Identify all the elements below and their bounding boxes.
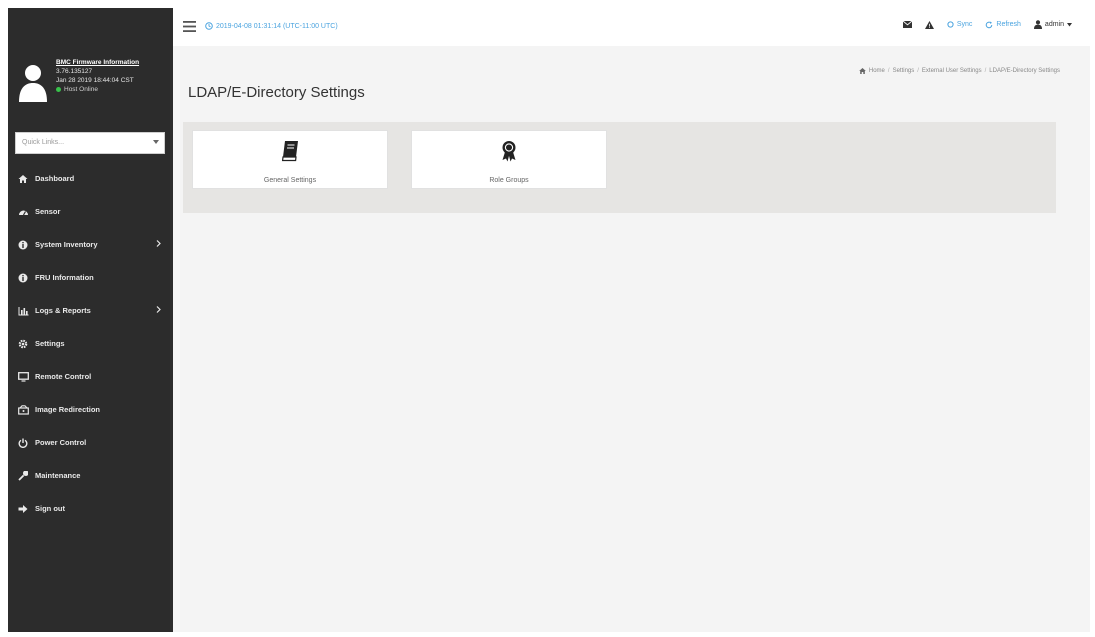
- sync-button[interactable]: Sync: [947, 21, 973, 28]
- breadcrumb-home[interactable]: Home: [869, 68, 885, 74]
- refresh-icon: [986, 21, 993, 28]
- profile-text: BMC Firmware Information 3.76.135127 Jan…: [56, 58, 171, 94]
- sidebar-item-power-control[interactable]: Power Control: [8, 426, 173, 459]
- info-icon: [17, 239, 29, 251]
- sidebar-item-label: Logs & Reports: [35, 306, 91, 315]
- home-icon: [859, 68, 866, 74]
- menu-toggle-icon[interactable]: [183, 21, 196, 32]
- sidebar-item-label: FRU Information: [35, 273, 94, 282]
- host-status-label: Host Online: [64, 86, 98, 93]
- sidebar-item-label: Settings: [35, 339, 65, 348]
- user-menu[interactable]: admin: [1033, 20, 1072, 29]
- role-groups-card[interactable]: Role Groups: [411, 130, 607, 189]
- app-frame: BMC Firmware Information 3.76.135127 Jan…: [8, 8, 1090, 632]
- page-title: LDAP/E-Directory Settings: [188, 84, 365, 101]
- info-icon: [17, 272, 29, 284]
- clock-icon: [205, 22, 213, 30]
- sidebar-item-label: System Inventory: [35, 240, 98, 249]
- dashboard-icon: [17, 206, 29, 218]
- breadcrumb-separator: /: [984, 68, 987, 74]
- warning-icon[interactable]: [924, 20, 934, 29]
- wrench-icon: [17, 470, 29, 482]
- sidebar-item-label: Image Redirection: [35, 405, 101, 414]
- card-label: General Settings: [263, 177, 317, 184]
- caret-down-icon: [1067, 22, 1072, 26]
- sidebar-item-sensor[interactable]: Sensor: [8, 195, 173, 228]
- refresh-label: Refresh: [996, 21, 1021, 28]
- sync-icon: [947, 21, 954, 28]
- card-label: Role Groups: [489, 177, 529, 184]
- breadcrumb-settings[interactable]: Settings: [893, 68, 915, 74]
- host-status: Host Online: [56, 85, 171, 94]
- sidebar-item-label: Remote Control: [35, 372, 92, 381]
- book-icon: [281, 141, 298, 162]
- sidebar-item-label: Maintenance: [35, 471, 81, 480]
- breadcrumb-separator: /: [887, 68, 890, 74]
- breadcrumb-separator: /: [917, 68, 919, 74]
- firmware-info-link[interactable]: BMC Firmware Information: [56, 58, 171, 67]
- chevron-right-icon: [156, 240, 161, 247]
- sidebar: BMC Firmware Information 3.76.135127 Jan…: [8, 8, 173, 632]
- power-icon: [17, 437, 29, 449]
- sidebar-item-settings[interactable]: Settings: [8, 327, 173, 360]
- sync-label: Sync: [956, 21, 973, 28]
- quick-links-select[interactable]: Quick Links...: [15, 132, 165, 154]
- profile-panel: BMC Firmware Information 3.76.135127 Jan…: [8, 46, 173, 136]
- sidebar-item-label: Dashboard: [35, 174, 75, 183]
- firmware-timestamp: Jan 28 2019 18:44:04 CST: [56, 77, 134, 84]
- home-icon: [17, 173, 29, 185]
- sign-out-icon: [17, 503, 29, 515]
- sidebar-menu: Dashboard Sensor System Inventory FRU In…: [8, 162, 173, 525]
- bar-chart-icon: [17, 305, 29, 317]
- status-dot-icon: [56, 87, 61, 92]
- chevron-right-icon: [156, 306, 161, 313]
- top-bar: 2019-04-08 01:31:14 (UTC-11:00 UTC) Sync…: [173, 8, 1090, 46]
- sidebar-item-remote-control[interactable]: Remote Control: [8, 360, 173, 393]
- award-icon: [502, 141, 516, 162]
- sidebar-item-dashboard[interactable]: Dashboard: [8, 162, 173, 195]
- gear-icon: [17, 338, 29, 350]
- chevron-down-icon: [153, 140, 159, 144]
- breadcrumb-current: LDAP/E-Directory Settings: [989, 68, 1060, 74]
- top-tools: Sync Refresh admin: [902, 20, 1072, 29]
- breadcrumb: Home / Settings / External User Settings…: [859, 68, 1060, 74]
- sidebar-item-logs-reports[interactable]: Logs & Reports: [8, 294, 173, 327]
- sidebar-item-image-redirection[interactable]: Image Redirection: [8, 393, 173, 426]
- breadcrumb-external-user-settings[interactable]: External User Settings: [922, 68, 982, 74]
- sidebar-item-label: Sign out: [35, 504, 65, 513]
- sidebar-item-label: Power Control: [35, 438, 87, 447]
- refresh-button[interactable]: Refresh: [985, 21, 1021, 29]
- sidebar-item-maintenance[interactable]: Maintenance: [8, 459, 173, 492]
- settings-panel: General Settings Role Groups: [183, 122, 1056, 213]
- sidebar-item-fru-information[interactable]: FRU Information: [8, 261, 173, 294]
- server-clock: 2019-04-08 01:31:14 (UTC-11:00 UTC): [205, 22, 338, 30]
- user-avatar-icon: [19, 65, 47, 102]
- monitor-icon: [17, 371, 29, 383]
- sidebar-item-system-inventory[interactable]: System Inventory: [8, 228, 173, 261]
- server-datetime: 2019-04-08 01:31:14 (UTC-11:00 UTC): [216, 22, 338, 30]
- general-settings-card[interactable]: General Settings: [192, 130, 388, 189]
- main-content: Home / Settings / External User Settings…: [173, 46, 1090, 632]
- sidebar-item-sign-out[interactable]: Sign out: [8, 492, 173, 525]
- disc-icon: [17, 404, 29, 416]
- user-name: admin: [1044, 21, 1064, 28]
- user-icon: [1033, 20, 1042, 29]
- sidebar-item-label: Sensor: [35, 207, 61, 216]
- firmware-version: 3.76.135127: [56, 68, 93, 75]
- envelope-icon[interactable]: [902, 21, 912, 28]
- quick-links-placeholder: Quick Links...: [22, 139, 65, 146]
